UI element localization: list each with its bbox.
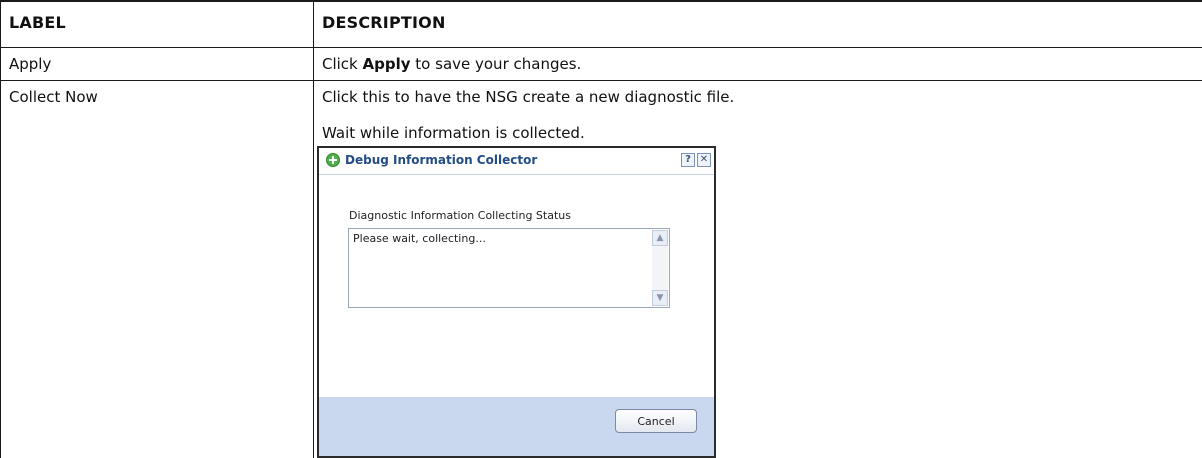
row-label-collect-now: Collect Now (1, 81, 313, 106)
table-row: Collect Now Click this to have the NSG c… (1, 81, 1202, 458)
description-cell: Click Apply to save your changes. (314, 48, 1202, 81)
desc-suffix: to save your changes. (411, 55, 582, 73)
header-label: LABEL (1, 2, 313, 32)
table-row: Apply Click Apply to save your changes. (1, 48, 1202, 81)
header-description: DESCRIPTION (314, 2, 1202, 32)
row-label-apply: Apply (1, 48, 313, 73)
row-description-line1: Click this to have the NSG create a new … (314, 81, 1202, 106)
desc-prefix: Click (322, 55, 363, 73)
dialog-body: Diagnostic Information Collecting Status… (319, 175, 714, 397)
label-cell: Apply (1, 48, 314, 81)
label-description-table: LABEL DESCRIPTION Apply Click Apply to s… (0, 0, 1202, 458)
row-description-apply: Click Apply to save your changes. (314, 48, 1202, 73)
desc-bold: Apply (363, 55, 411, 73)
description-cell: Click this to have the NSG create a new … (314, 81, 1202, 458)
table-header-row: LABEL DESCRIPTION (1, 1, 1202, 48)
add-circle-icon (326, 153, 340, 167)
status-label: Diagnostic Information Collecting Status (349, 209, 571, 222)
debug-collector-dialog: Debug Information Collector ? ✕ Diagnost… (317, 146, 716, 458)
cancel-button[interactable]: Cancel (615, 409, 697, 433)
header-label-cell: LABEL (1, 1, 314, 48)
dialog-titlebar: Debug Information Collector ? ✕ (319, 148, 714, 175)
scroll-up-icon[interactable]: ▲ (652, 230, 668, 246)
scroll-down-icon[interactable]: ▼ (652, 290, 668, 306)
dialog-title: Debug Information Collector (345, 153, 537, 167)
status-text: Please wait, collecting... (353, 232, 486, 245)
close-icon[interactable]: ✕ (697, 153, 711, 167)
scrollbar[interactable]: ▲ ▼ (652, 230, 668, 306)
header-description-cell: DESCRIPTION (314, 1, 1202, 48)
help-icon[interactable]: ? (681, 153, 695, 167)
label-cell: Collect Now (1, 81, 314, 458)
row-description-line2: Wait while information is collected. (314, 106, 1202, 142)
status-textarea[interactable]: Please wait, collecting... ▲ ▼ (348, 228, 670, 308)
